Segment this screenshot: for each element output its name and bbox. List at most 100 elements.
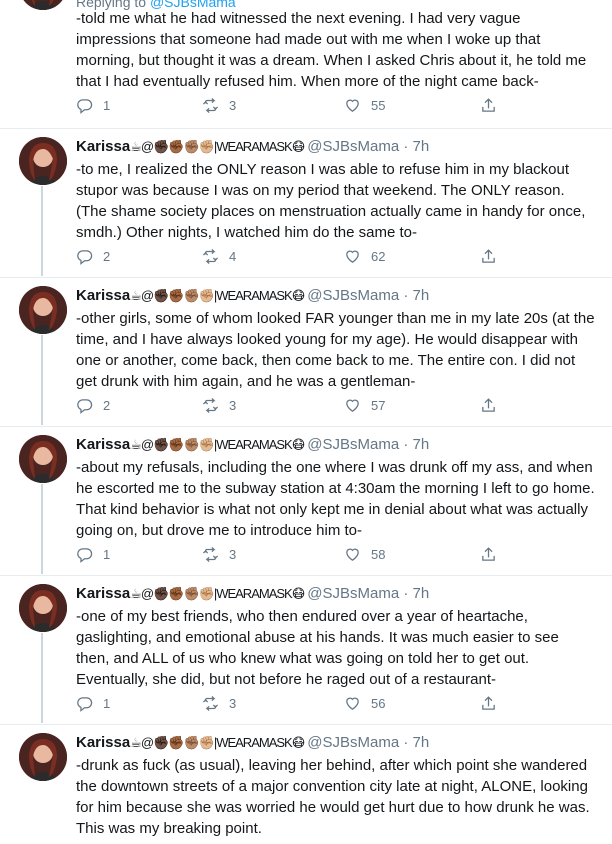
- tweet-text: -other girls, some of whom looked FAR yo…: [76, 310, 599, 390]
- retweet-button[interactable]: 3: [202, 95, 236, 115]
- divider: [0, 426, 612, 427]
- retweet-count: 3: [229, 546, 237, 562]
- retweet-icon: [202, 248, 219, 264]
- reply-button[interactable]: 2: [76, 395, 110, 415]
- like-count: 56: [371, 695, 386, 711]
- retweet-button[interactable]: 4: [202, 246, 236, 266]
- retweet-icon: [202, 546, 219, 562]
- like-count: 58: [371, 546, 386, 562]
- retweet-icon: [202, 695, 219, 711]
- share-icon: [482, 546, 495, 561]
- share-button[interactable]: [480, 246, 507, 266]
- tweet-header: Karissa☕@✊🏿✊🏾✊🏽✊🏼|WEARAMASK😷 @SJBsMama · …: [76, 137, 429, 157]
- thread-line: [41, 186, 43, 276]
- heart-icon: [346, 548, 359, 561]
- handle-time[interactable]: @SJBsMama · 7h: [307, 287, 429, 304]
- share-button[interactable]: [480, 693, 507, 713]
- name-emojis: ☕@✊🏿✊🏾✊🏽✊🏼|WEARAMASK😷: [130, 735, 305, 750]
- reply-button[interactable]: 1: [76, 693, 110, 713]
- tweet-text: -one of my best friends, who then endure…: [76, 608, 563, 688]
- reply-icon: [77, 98, 93, 114]
- handle-time[interactable]: @SJBsMama · 7h: [307, 138, 429, 155]
- reply-count: 1: [103, 695, 111, 711]
- like-count: 62: [371, 248, 386, 264]
- share-button[interactable]: [480, 544, 507, 564]
- share-icon: [482, 97, 495, 112]
- avatar[interactable]: [19, 137, 67, 185]
- heart-icon: [346, 697, 359, 710]
- share-button[interactable]: [480, 395, 507, 415]
- reply-icon: [77, 249, 93, 265]
- tweet-actions: 1 3 55: [76, 95, 516, 115]
- avatar[interactable]: [19, 286, 67, 334]
- reply-button[interactable]: 1: [76, 95, 110, 115]
- tweet-header: Karissa☕@✊🏿✊🏾✊🏽✊🏼|WEARAMASK😷 @SJBsMama · …: [76, 286, 429, 306]
- tweet-actions: 1 3 58: [76, 544, 516, 564]
- display-name[interactable]: Karissa: [76, 287, 130, 304]
- tweet-text: -drunk as fuck (as usual), leaving her b…: [76, 757, 594, 837]
- share-icon: [482, 248, 495, 263]
- handle-time[interactable]: @SJBsMama · 7h: [307, 734, 429, 751]
- tweet-header: Karissa☕@✊🏿✊🏾✊🏽✊🏼|WEARAMASK😷 @SJBsMama · …: [76, 584, 429, 604]
- share-icon: [482, 695, 495, 710]
- divider: [0, 128, 612, 129]
- reply-icon: [77, 398, 93, 414]
- tweet-actions: 2 3 57: [76, 395, 516, 415]
- display-name[interactable]: Karissa: [76, 734, 130, 751]
- thread-line: [41, 335, 43, 425]
- like-count: 55: [371, 97, 386, 113]
- name-emojis: ☕@✊🏿✊🏾✊🏽✊🏼|WEARAMASK😷: [130, 437, 305, 452]
- tweet-header: Karissa☕@✊🏿✊🏾✊🏽✊🏼|WEARAMASK😷 @SJBsMama · …: [76, 733, 429, 753]
- tweet-header: Karissa☕@✊🏿✊🏾✊🏽✊🏼|WEARAMASK😷 @SJBsMama · …: [76, 435, 429, 455]
- display-name[interactable]: Karissa: [76, 585, 130, 602]
- name-emojis: ☕@✊🏿✊🏾✊🏽✊🏼|WEARAMASK😷: [130, 586, 305, 601]
- name-emojis: ☕@✊🏿✊🏾✊🏽✊🏼|WEARAMASK😷: [130, 288, 305, 303]
- display-name[interactable]: Karissa: [76, 138, 130, 155]
- tweet-actions: 1 3 56: [76, 693, 516, 713]
- retweet-icon: [202, 397, 219, 413]
- heart-icon: [346, 99, 359, 112]
- reply-icon: [77, 547, 93, 563]
- tweet-actions: 2 4 62: [76, 246, 516, 266]
- thread-line: [41, 484, 43, 574]
- tweet-text: -about my refusals, including the one wh…: [76, 459, 599, 539]
- handle-time[interactable]: @SJBsMama · 7h: [307, 436, 429, 453]
- tweet-text: -to me, I realized the ONLY reason I was…: [76, 161, 590, 241]
- reply-button[interactable]: 1: [76, 544, 110, 564]
- handle-time[interactable]: @SJBsMama · 7h: [307, 585, 429, 602]
- retweet-button[interactable]: 3: [202, 395, 236, 415]
- avatar[interactable]: [19, 0, 67, 10]
- thread-line: [41, 633, 43, 723]
- retweet-icon: [202, 97, 219, 113]
- reply-button[interactable]: 2: [76, 246, 110, 266]
- like-button[interactable]: 56: [344, 693, 385, 713]
- retweet-count: 3: [229, 695, 237, 711]
- name-emojis: ☕@✊🏿✊🏾✊🏽✊🏼|WEARAMASK😷: [130, 139, 305, 154]
- display-name[interactable]: Karissa: [76, 436, 130, 453]
- retweet-count: 3: [229, 97, 237, 113]
- like-button[interactable]: 62: [344, 246, 385, 266]
- heart-icon: [346, 399, 359, 412]
- like-button[interactable]: 58: [344, 544, 385, 564]
- avatar[interactable]: [19, 733, 67, 781]
- reply-count: 1: [103, 97, 111, 113]
- share-button[interactable]: [480, 95, 507, 115]
- heart-icon: [346, 250, 359, 263]
- tweet-text: -told me what he had witnessed the next …: [76, 10, 591, 90]
- reply-count: 2: [103, 248, 111, 264]
- like-button[interactable]: 55: [344, 95, 385, 115]
- like-count: 57: [371, 397, 386, 413]
- like-button[interactable]: 57: [344, 395, 385, 415]
- retweet-count: 4: [229, 248, 237, 264]
- reply-count: 2: [103, 397, 111, 413]
- retweet-count: 3: [229, 397, 237, 413]
- divider: [0, 575, 612, 576]
- divider: [0, 724, 612, 725]
- avatar[interactable]: [19, 435, 67, 483]
- retweet-button[interactable]: 3: [202, 693, 236, 713]
- retweet-button[interactable]: 3: [202, 544, 236, 564]
- share-icon: [482, 397, 495, 412]
- avatar[interactable]: [19, 584, 67, 632]
- divider: [0, 277, 612, 278]
- reply-icon: [77, 696, 93, 712]
